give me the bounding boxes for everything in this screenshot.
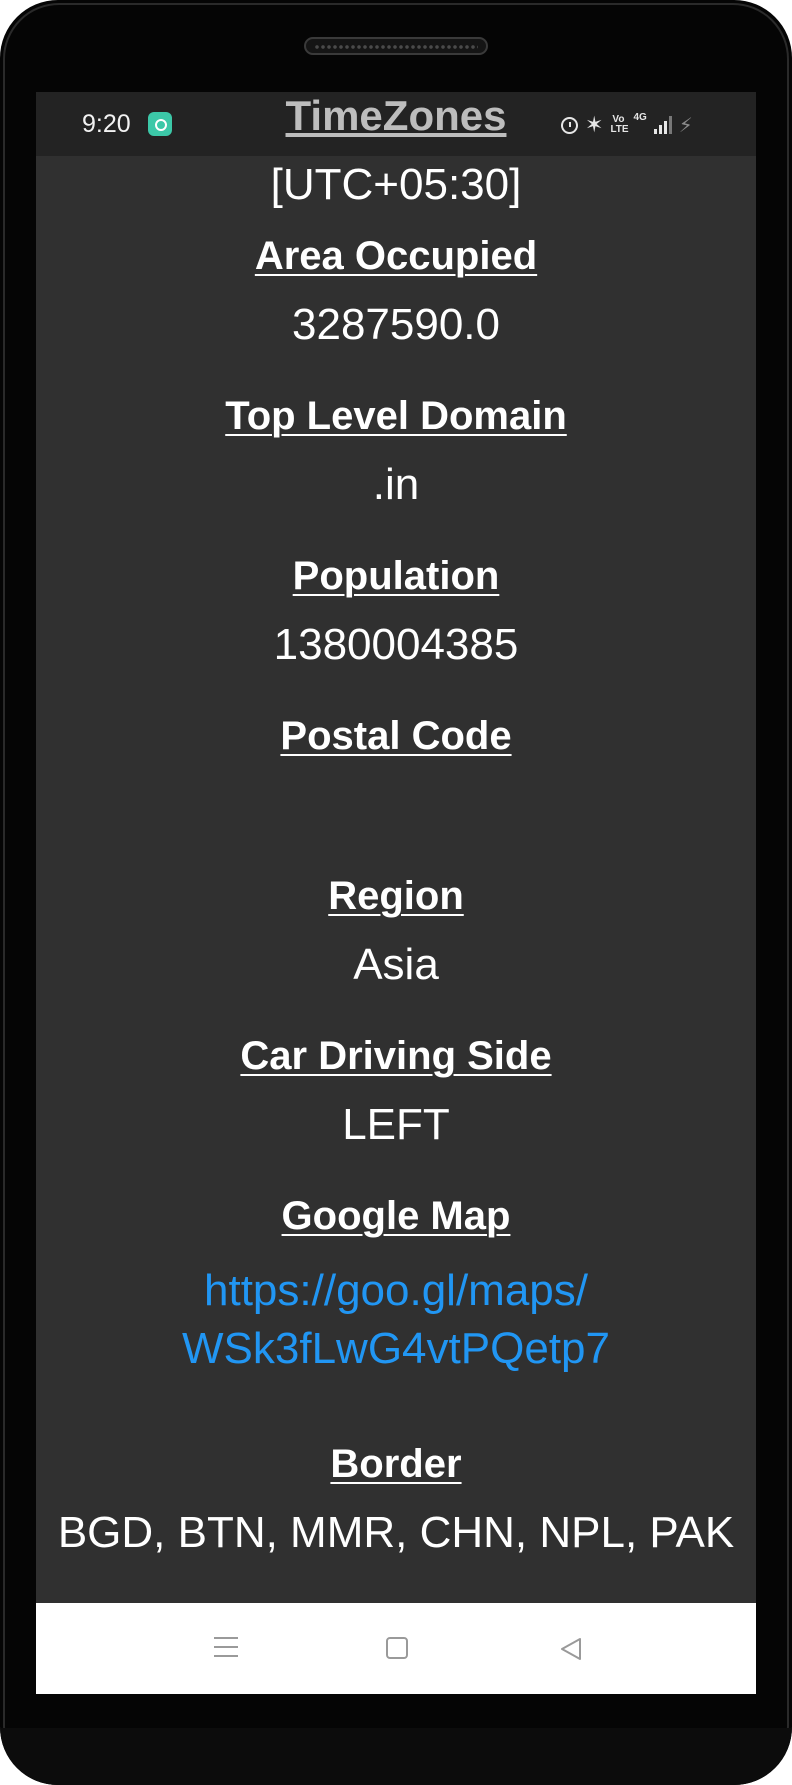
phone-chin: [0, 1728, 792, 1785]
car-driving-side-label: Car Driving Side: [240, 1034, 552, 1078]
phone-frame: 9:20 ✶ Vo LTE 4G ⚡ TimeZones [UTC+05:30]…: [0, 0, 792, 1785]
recent-apps-button[interactable]: [174, 1603, 274, 1694]
navigation-bar: [36, 1603, 756, 1694]
border-label: Border: [330, 1442, 462, 1486]
population-value: 1380004385: [273, 620, 519, 669]
top-level-domain-value: .in: [372, 460, 420, 509]
region-label: Region: [328, 874, 464, 918]
car-driving-side-value: LEFT: [342, 1100, 450, 1149]
border-value: BGD, BTN, MMR, CHN, NPL, PAK: [57, 1508, 735, 1557]
timezone-value: [UTC+05:30]: [270, 160, 522, 209]
google-map-link[interactable]: https://goo.gl/maps/ WSk3fLwG4vtPQetp7: [36, 1262, 756, 1378]
top-level-domain-label: Top Level Domain: [225, 394, 567, 438]
home-icon: [386, 1637, 408, 1659]
population-label: Population: [292, 554, 500, 598]
google-map-label: Google Map: [281, 1194, 511, 1238]
region-value: Asia: [353, 940, 439, 989]
status-bar: 9:20 ✶ Vo LTE 4G ⚡ TimeZones: [36, 92, 756, 156]
earpiece-speaker: [304, 37, 488, 55]
back-button[interactable]: [518, 1603, 618, 1694]
home-button[interactable]: [346, 1603, 446, 1694]
screen: 9:20 ✶ Vo LTE 4G ⚡ TimeZones [UTC+05:30]…: [36, 92, 756, 1694]
back-icon: [561, 1638, 581, 1660]
area-occupied-value: 3287590.0: [292, 300, 500, 349]
app-title: TimeZones: [285, 92, 507, 139]
speaker-grille: [314, 44, 478, 50]
postal-code-value: [36, 780, 756, 832]
google-map-link-line1[interactable]: https://goo.gl/maps/: [36, 1262, 756, 1320]
menu-icon: [214, 1637, 238, 1659]
area-occupied-label: Area Occupied: [254, 234, 538, 278]
google-map-link-line2[interactable]: WSk3fLwG4vtPQetp7: [36, 1320, 756, 1378]
postal-code-label: Postal Code: [280, 714, 512, 758]
